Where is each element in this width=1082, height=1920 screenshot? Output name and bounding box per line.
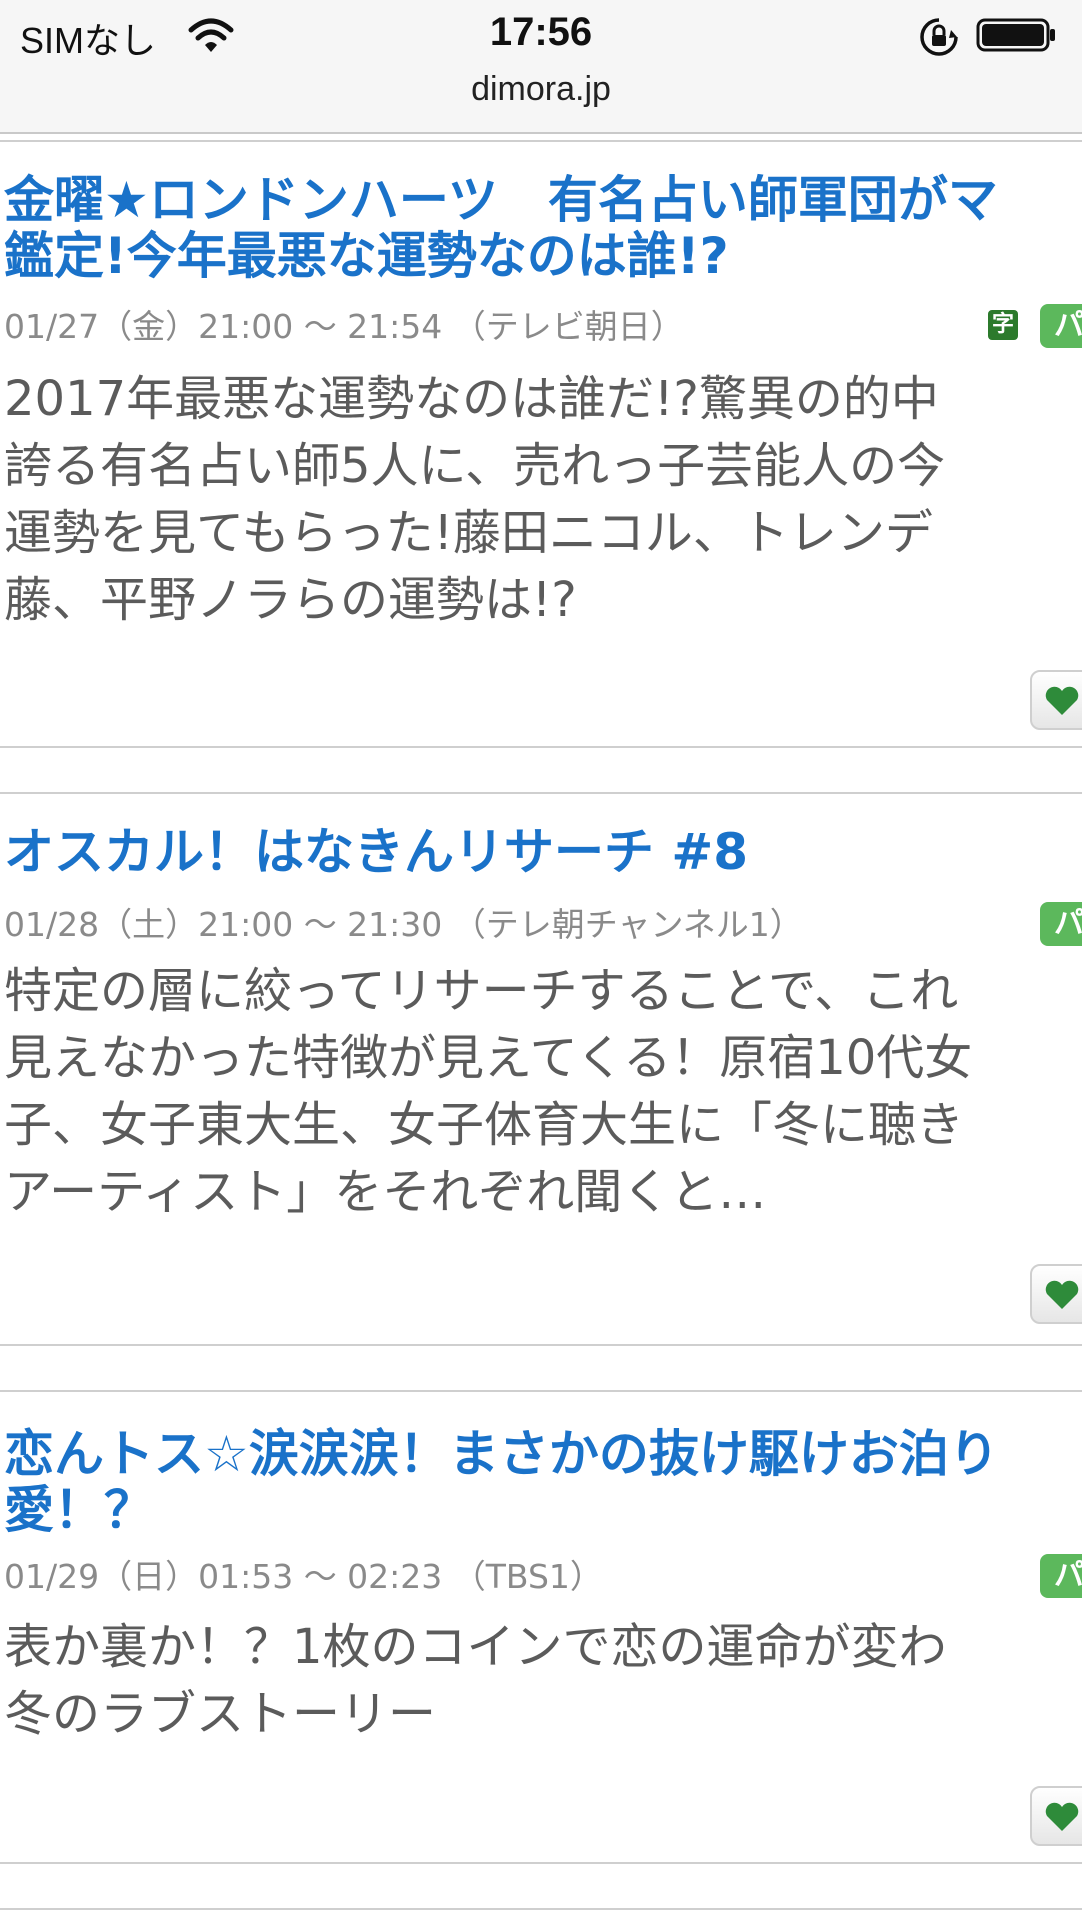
status-badge: パ bbox=[1040, 1554, 1082, 1598]
program-title[interactable]: オスカル！はなきんリサーチ #8 bbox=[4, 824, 1082, 880]
program-airtime: 01/27（金）21:00 ～ 21:54 （テレビ朝日） bbox=[4, 307, 684, 346]
status-badge: パ bbox=[1040, 304, 1082, 348]
description-line: 冬のラブストーリー bbox=[4, 1686, 437, 1742]
program-title[interactable]: 恋んトス☆涙涙涙！まさかの抜け駆けお泊り 愛！？ bbox=[4, 1426, 1082, 1538]
subtitle-badge: 字 bbox=[988, 310, 1018, 340]
description-line: 誇る有名占い師5人に、売れっ子芸能人の今 bbox=[4, 438, 946, 494]
program-title[interactable]: 金曜★ロンドンハーツ 有名占い師軍団がマ 鑑定!今年最悪な運勢なのは誰!? bbox=[4, 172, 1082, 284]
divider bbox=[0, 1862, 1082, 1864]
status-badge: パ bbox=[1040, 902, 1082, 946]
program-title-line: オスカル！はなきんリサーチ #8 bbox=[4, 823, 749, 881]
program-title-line: 愛！？ bbox=[4, 1481, 154, 1539]
address-bar-url[interactable]: dimora.jp bbox=[0, 70, 1082, 109]
favorite-button[interactable] bbox=[1030, 670, 1082, 730]
program-description: 表か裏か！？1枚のコインで恋の運命が変わ 冬のラブストーリー bbox=[4, 1614, 947, 1748]
description-line: 特定の層に絞ってリサーチすることで、これ bbox=[4, 963, 959, 1019]
description-line: 運勢を見てもらった!藤田ニコル、トレンデ bbox=[4, 505, 933, 561]
favorite-button[interactable] bbox=[1030, 1264, 1082, 1324]
rotation-lock-icon bbox=[920, 18, 958, 56]
description-line: 2017年最悪な運勢なのは誰だ!?驚異の的中 bbox=[4, 371, 939, 427]
description-line: アーティスト」をそれぞれ聞くと… bbox=[4, 1164, 767, 1220]
divider bbox=[0, 1344, 1082, 1346]
program-title-line: 金曜★ロンドンハーツ 有名占い師軍団がマ bbox=[4, 171, 998, 229]
heart-icon bbox=[1045, 686, 1079, 715]
battery-icon bbox=[976, 18, 1055, 52]
description-line: 見えなかった特徴が見えてくる！原宿10代女 bbox=[4, 1030, 973, 1086]
browser-chrome: SIMなし 17:56 dimora.jp bbox=[0, 0, 1082, 134]
program-card: 金曜★ロンドンハーツ 有名占い師軍団がマ 鑑定!今年最悪な運勢なのは誰!? 01… bbox=[0, 142, 1082, 742]
status-bar: SIMなし 17:56 bbox=[0, 0, 1082, 64]
divider bbox=[0, 746, 1082, 748]
description-line: 藤、平野ノラらの運勢は!? bbox=[4, 572, 577, 628]
heart-icon bbox=[1045, 1802, 1079, 1831]
favorite-button[interactable] bbox=[1030, 1786, 1082, 1846]
program-title-line: 恋んトス☆涙涙涙！まさかの抜け駆けお泊り bbox=[4, 1425, 999, 1483]
divider bbox=[0, 1908, 1082, 1910]
program-airtime: 01/28（土）21:00 ～ 21:30 （テレ朝チャンネル1） bbox=[4, 905, 803, 944]
description-line: 表か裏か！？1枚のコインで恋の運命が変わ bbox=[4, 1619, 947, 1675]
program-card: 恋んトス☆涙涙涙！まさかの抜け駆けお泊り 愛！？ 01/29（日）01:53 ～… bbox=[0, 1392, 1082, 1862]
program-card: オスカル！はなきんリサーチ #8 01/28（土）21:00 ～ 21:30 （… bbox=[0, 794, 1082, 1344]
program-airtime: 01/29（日）01:53 ～ 02:23 （TBS1） bbox=[4, 1557, 603, 1596]
program-description: 2017年最悪な運勢なのは誰だ!?驚異の的中 誇る有名占い師5人に、売れっ子芸能… bbox=[4, 366, 945, 634]
description-line: 子、女子東大生、女子体育大生に「冬に聴き bbox=[4, 1097, 965, 1153]
program-title-line: 鑑定!今年最悪な運勢なのは誰!? bbox=[4, 227, 729, 285]
program-description: 特定の層に絞ってリサーチすることで、これ 見えなかった特徴が見えてくる！原宿10… bbox=[4, 958, 972, 1226]
heart-icon bbox=[1045, 1280, 1079, 1309]
